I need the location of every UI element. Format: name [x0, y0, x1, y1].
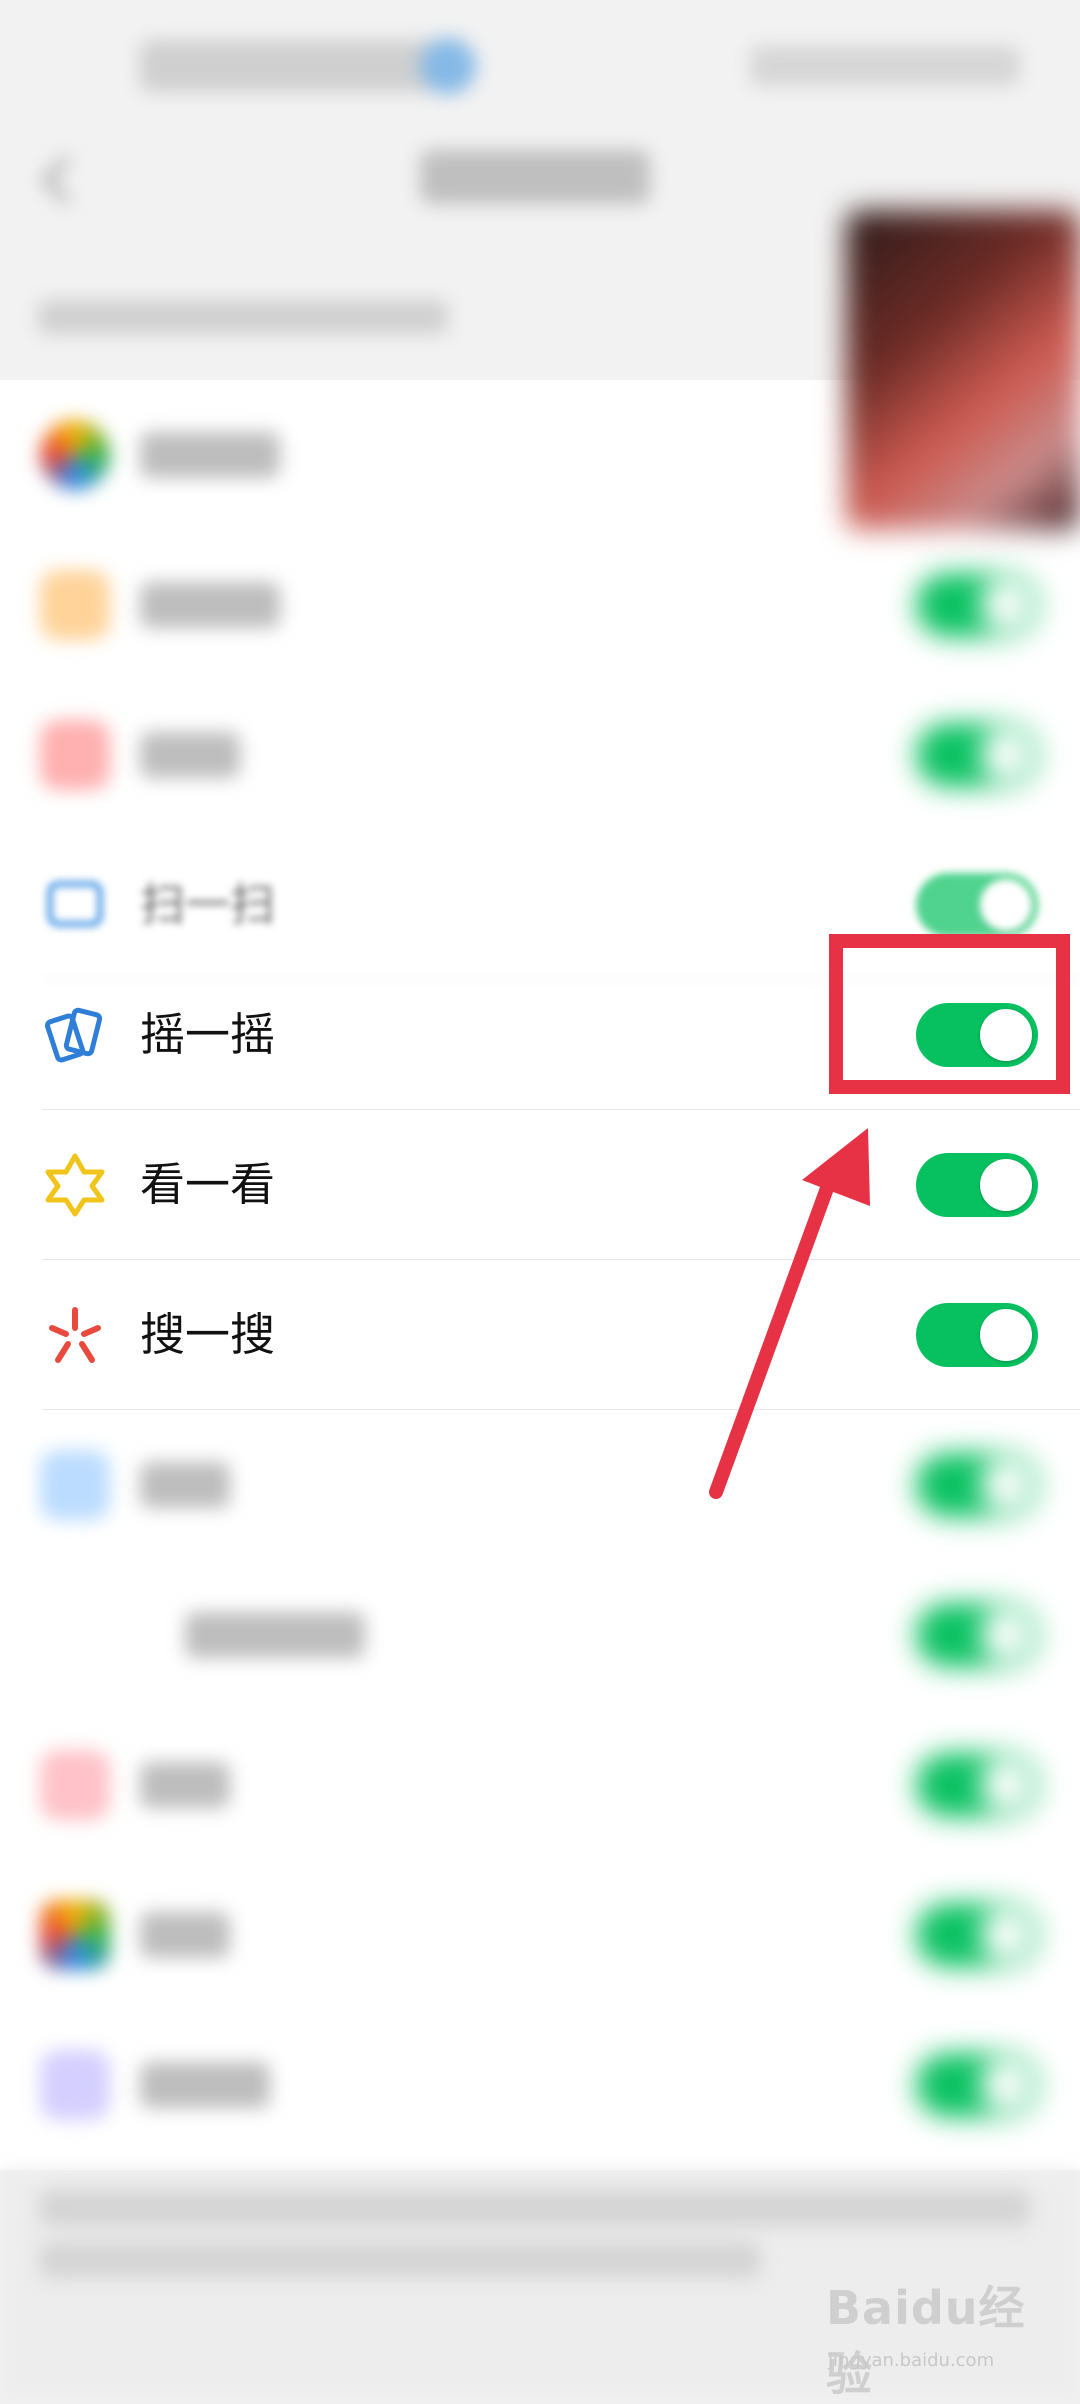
mini-programs-icon — [40, 2050, 110, 2120]
list-item[interactable] — [0, 2010, 1080, 2160]
list-item-label — [140, 1762, 230, 1808]
notification-dot-icon — [420, 38, 476, 94]
discover-settings-list: 扫一扫 摇一摇 看一看 搜一搜 — [0, 380, 1080, 2170]
list-item-label: 摇一摇 — [140, 1008, 276, 1061]
top-stories-icon — [40, 1150, 110, 1220]
bottom-note-line — [40, 2242, 760, 2278]
list-item[interactable] — [0, 1710, 1080, 1860]
list-item[interactable] — [0, 1860, 1080, 2010]
highlight-box — [829, 934, 1070, 1094]
list-item-label — [140, 2062, 270, 2108]
list-item-label — [140, 732, 240, 778]
annotation-arrow-icon — [709, 1128, 870, 1499]
status-bar-right — [750, 46, 1020, 86]
status-bar — [0, 0, 1080, 120]
search-sparkle-icon — [40, 1300, 110, 1370]
scan-toggle[interactable] — [916, 873, 1038, 937]
channels-icon — [40, 570, 110, 640]
moments-icon — [40, 420, 110, 490]
list-item-label — [140, 1462, 230, 1508]
list-item-label — [140, 432, 280, 478]
list-item-label: 扫一扫 — [140, 878, 276, 931]
bottom-note-line — [40, 2190, 1030, 2226]
section-hint-text — [38, 300, 448, 334]
list-item[interactable] — [0, 530, 1080, 680]
feature-toggle[interactable] — [916, 573, 1038, 637]
baidu-jingyan-watermark: Baidu经验 jingyan.baidu.com — [826, 2270, 1066, 2401]
toggle-knob — [980, 1309, 1032, 1361]
list-item-top-stories[interactable]: 看一看 — [0, 1110, 1080, 1260]
feature-toggle[interactable] — [916, 1753, 1038, 1817]
search-toggle[interactable] — [916, 1303, 1038, 1367]
feature-toggle[interactable] — [916, 1603, 1038, 1667]
list-item-search[interactable]: 搜一搜 — [0, 1260, 1080, 1410]
back-arrow-icon[interactable] — [34, 150, 82, 210]
watermark-url: jingyan.baidu.com — [828, 2350, 995, 2371]
shake-icon — [40, 1000, 110, 1070]
list-item[interactable] — [0, 1560, 1080, 1710]
shopping-icon — [40, 1750, 110, 1820]
toggle-knob — [980, 1159, 1032, 1211]
page-title — [420, 150, 650, 204]
list-item-label: 看一看 — [140, 1158, 276, 1211]
list-item[interactable] — [0, 680, 1080, 830]
watermark-logo: Baidu经验 — [826, 2281, 1026, 2401]
list-item-label — [140, 582, 280, 628]
list-item-label — [185, 1612, 365, 1658]
feature-toggle[interactable] — [916, 2053, 1038, 2117]
list-item[interactable] — [0, 1410, 1080, 1560]
nearby-icon — [40, 1450, 110, 1520]
list-item-label: 搜一搜 — [140, 1308, 276, 1361]
feature-toggle[interactable] — [916, 1903, 1038, 1967]
live-icon — [40, 720, 110, 790]
games-icon — [40, 1900, 110, 1970]
list-item-label — [140, 1912, 230, 1958]
feature-toggle[interactable] — [916, 723, 1038, 787]
floating-video-thumbnail[interactable] — [846, 210, 1080, 530]
top-stories-toggle[interactable] — [916, 1153, 1038, 1217]
feature-toggle[interactable] — [916, 1453, 1038, 1517]
scan-icon — [40, 870, 110, 940]
